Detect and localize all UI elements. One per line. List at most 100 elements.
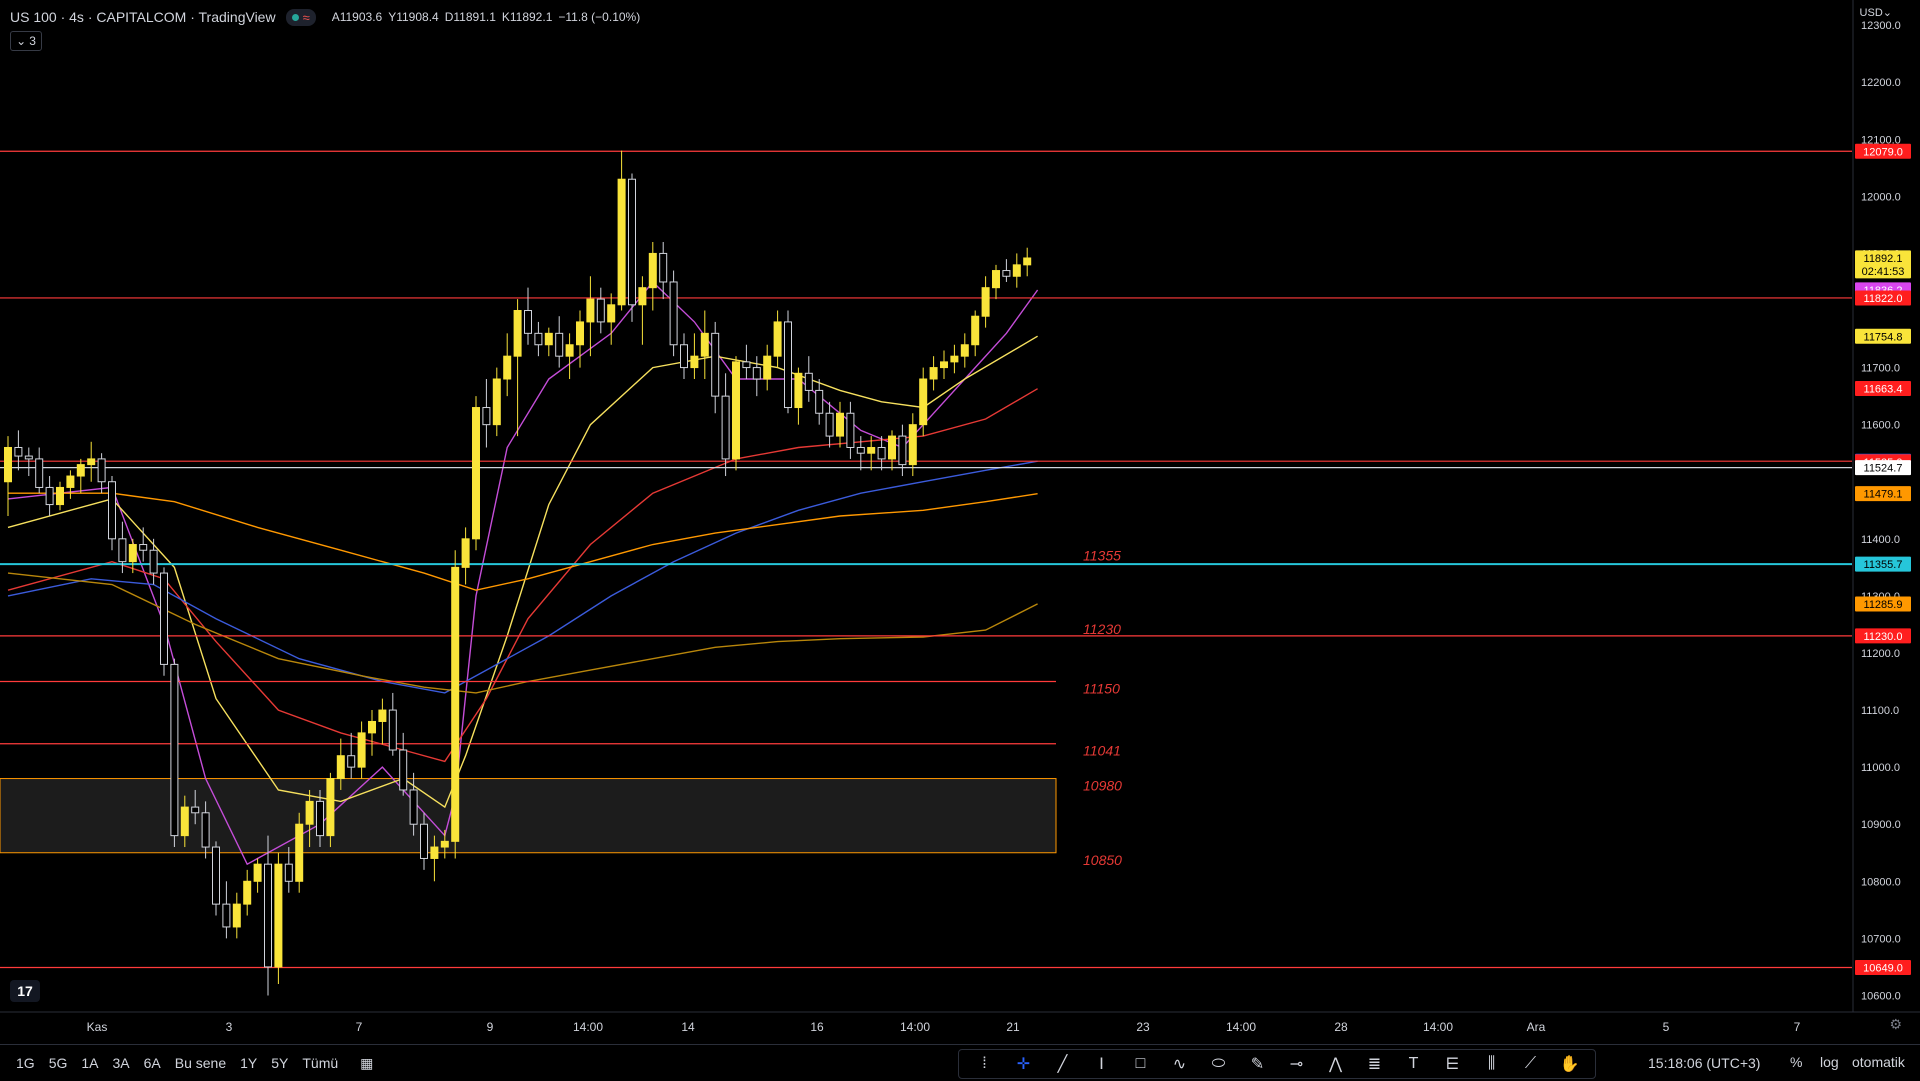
price-tag-label: 11355.7 bbox=[1864, 559, 1903, 571]
candle-body bbox=[773, 321, 782, 357]
candle bbox=[929, 356, 938, 391]
auto-scale-toggle[interactable]: otomatik bbox=[1852, 1054, 1905, 1070]
range-button[interactable]: 6A bbox=[144, 1055, 161, 1071]
candle bbox=[243, 869, 252, 916]
candle bbox=[503, 333, 512, 397]
pencil-icon[interactable]: ✎ bbox=[1238, 1050, 1277, 1078]
level-label: 11150 bbox=[1083, 681, 1120, 697]
calendar-icon[interactable]: ▦ bbox=[360, 1055, 373, 1072]
support-zone bbox=[0, 778, 1057, 854]
price-tag-label: 11822.0 bbox=[1864, 293, 1903, 305]
candle-body bbox=[295, 823, 304, 882]
brush-icon[interactable]: ∿ bbox=[1160, 1050, 1199, 1078]
x-tick-label: 28 bbox=[1334, 1020, 1348, 1034]
chart-header: US 100 · 4s · CAPITALCOM · TradingView ≈… bbox=[10, 8, 640, 26]
range-button[interactable]: 5G bbox=[49, 1055, 68, 1071]
candle-body bbox=[565, 344, 574, 357]
candle bbox=[482, 379, 491, 448]
rectangle-icon[interactable]: □ bbox=[1121, 1050, 1160, 1078]
candle bbox=[638, 276, 647, 345]
candle-body bbox=[336, 755, 345, 780]
candle bbox=[1023, 247, 1032, 277]
candle bbox=[388, 692, 397, 756]
candle-body bbox=[284, 863, 293, 882]
y-tick-label: 11700.0 bbox=[1861, 363, 1900, 375]
ellipse-icon[interactable]: ⬭ bbox=[1199, 1050, 1238, 1078]
candle-body bbox=[648, 252, 657, 289]
candle-body bbox=[440, 840, 449, 848]
symbol-title[interactable]: US 100 · 4s · CAPITALCOM · TradingView bbox=[10, 9, 276, 25]
drag-handle-icon[interactable]: ⁞ bbox=[965, 1050, 1004, 1078]
candle-body bbox=[357, 732, 366, 768]
candle-body bbox=[1023, 257, 1032, 266]
candle bbox=[544, 327, 553, 357]
candle-body bbox=[76, 464, 85, 477]
x-tick-label: 23 bbox=[1136, 1020, 1150, 1034]
x-tick-label: 9 bbox=[487, 1020, 494, 1034]
parallel-icon[interactable]: ⫼ bbox=[1472, 1050, 1511, 1078]
candle bbox=[76, 458, 85, 494]
indicators-collapse-button[interactable]: ⌄ 3 bbox=[10, 31, 42, 51]
candle bbox=[773, 310, 782, 368]
range-button[interactable]: 1Y bbox=[240, 1055, 257, 1071]
fib-icon[interactable]: ≣ bbox=[1355, 1050, 1394, 1078]
currency-selector[interactable]: USD⌄ bbox=[1860, 6, 1892, 19]
range-button[interactable]: 5Y bbox=[271, 1055, 288, 1071]
candle-body bbox=[992, 270, 1000, 289]
log-toggle[interactable]: log bbox=[1820, 1054, 1839, 1070]
candle bbox=[56, 481, 64, 511]
candle bbox=[908, 413, 917, 477]
candle bbox=[586, 276, 595, 357]
channel-icon[interactable]: ⋿ bbox=[1433, 1050, 1472, 1078]
hand-icon[interactable]: ✋ bbox=[1550, 1050, 1589, 1078]
crosshair-icon[interactable]: ✛ bbox=[1004, 1050, 1043, 1078]
candle-body bbox=[804, 372, 813, 391]
candle-body bbox=[815, 389, 824, 414]
candle-body bbox=[763, 355, 772, 380]
price-chart[interactable]: 11355 11230 11150 11041 10980 10850 12300.0 12… bbox=[0, 0, 1920, 1044]
range-button[interactable]: Bu sene bbox=[175, 1055, 226, 1071]
clock[interactable]: 15:18:06 (UTC+3) bbox=[1648, 1055, 1760, 1071]
status-indicator[interactable]: ≈ bbox=[285, 8, 316, 26]
candle bbox=[732, 356, 740, 471]
range-button[interactable]: 1G bbox=[16, 1055, 35, 1071]
candle-body bbox=[700, 332, 709, 357]
candle bbox=[794, 367, 803, 425]
zigzag-icon[interactable]: ⋀ bbox=[1316, 1050, 1355, 1078]
change-value: −11.8 (−0.10%) bbox=[558, 10, 641, 24]
y-tick-label: 11000.0 bbox=[1861, 762, 1900, 774]
x-tick-label: Kas bbox=[87, 1020, 108, 1034]
price-tag: 11479.1 bbox=[1855, 486, 1911, 502]
candle bbox=[700, 310, 709, 380]
candle-body bbox=[586, 298, 595, 323]
x-tick-label: 14 bbox=[681, 1020, 695, 1034]
tradingview-logo[interactable]: 17 bbox=[10, 980, 40, 1002]
candle-body bbox=[108, 481, 116, 540]
percent-toggle[interactable]: % bbox=[1790, 1054, 1802, 1070]
range-button[interactable]: 3A bbox=[113, 1055, 130, 1071]
candle-body bbox=[794, 372, 803, 409]
price-tag-label: 10649.0 bbox=[1863, 962, 1903, 974]
trendline-icon[interactable]: ╱ bbox=[1043, 1050, 1082, 1078]
candle-body bbox=[378, 709, 387, 722]
candle bbox=[617, 150, 626, 311]
range-button[interactable]: 1A bbox=[81, 1055, 98, 1071]
gear-icon[interactable]: ⚙ bbox=[1889, 1016, 1902, 1033]
candle bbox=[898, 424, 907, 477]
price-tag-label: 11479.1 bbox=[1864, 489, 1903, 501]
candle-body bbox=[243, 880, 252, 905]
candle-body bbox=[274, 863, 283, 968]
candle bbox=[742, 344, 751, 380]
date-ranges: 1G 5G 1A 3A 6A Bu sene 1Y 5Y Tümü bbox=[16, 1055, 338, 1071]
candle-body bbox=[191, 806, 200, 814]
ray-icon[interactable]: ⟋ bbox=[1511, 1050, 1550, 1078]
candle bbox=[981, 276, 990, 328]
candle bbox=[971, 310, 980, 357]
price-tag-label: 11230.0 bbox=[1864, 631, 1903, 643]
range-button[interactable]: Tümü bbox=[302, 1055, 338, 1071]
countdown-label: 02:41:53 bbox=[1862, 266, 1905, 278]
text-cursor-icon[interactable]: Ⅰ bbox=[1082, 1050, 1121, 1078]
text-icon[interactable]: T bbox=[1394, 1050, 1433, 1078]
horizontal-line-icon[interactable]: ⊸ bbox=[1277, 1050, 1316, 1078]
indicators-count: 3 bbox=[29, 34, 36, 48]
